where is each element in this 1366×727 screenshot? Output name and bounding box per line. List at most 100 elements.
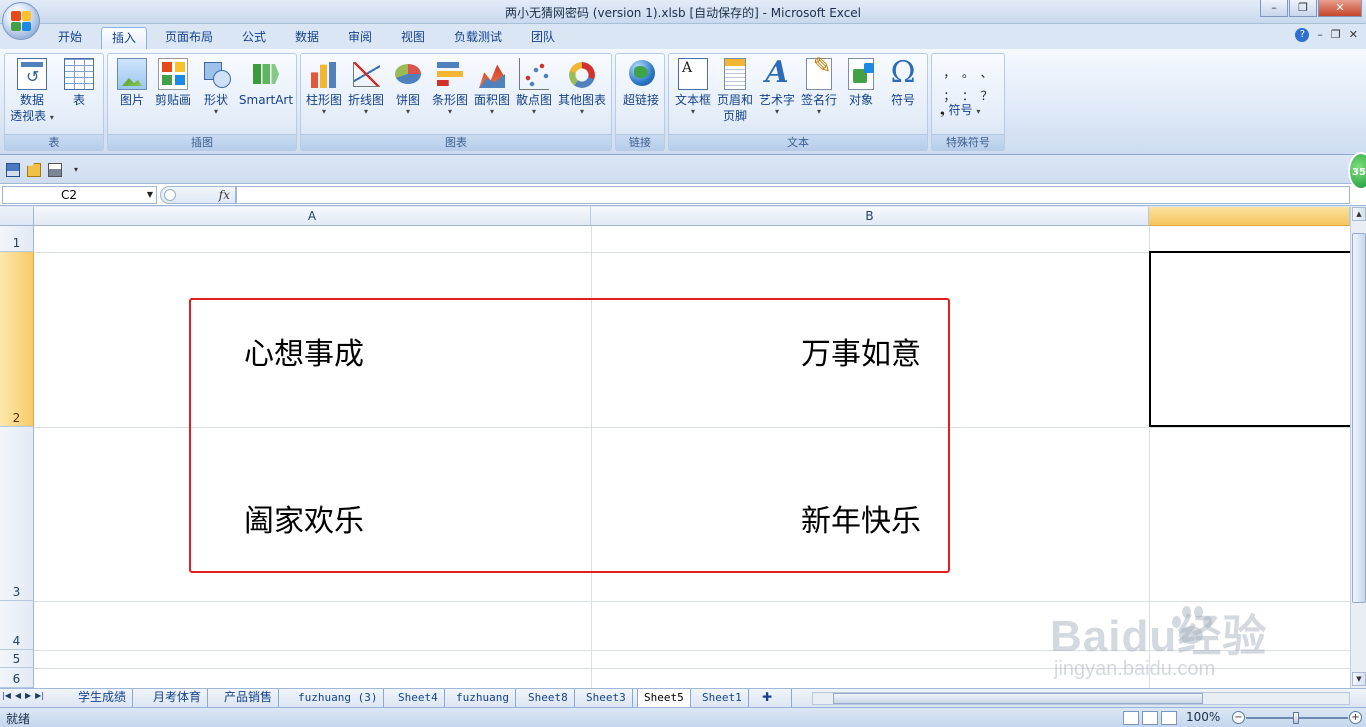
- pivot-table-label-2: 透视表 ▾: [10, 109, 54, 123]
- tab-view[interactable]: 视图: [391, 27, 435, 49]
- insert-sheet-icon[interactable]: ✚: [756, 689, 792, 707]
- formula-input[interactable]: [236, 186, 1350, 204]
- clipart-button[interactable]: 剪贴画: [152, 58, 194, 108]
- row-header-6[interactable]: 6: [0, 668, 34, 688]
- row-header-5[interactable]: 5: [0, 650, 34, 668]
- save-icon[interactable]: [6, 163, 20, 177]
- column-header-a[interactable]: A: [34, 207, 591, 226]
- ribbon-close-icon[interactable]: ✕: [1349, 28, 1358, 42]
- symbol-dropdown-button[interactable]: ❟ 符号 ▾: [940, 102, 1000, 118]
- ribbon-restore-icon[interactable]: ❐: [1331, 28, 1341, 42]
- column-chart-button[interactable]: 柱形图 ▾: [304, 58, 344, 116]
- area-chart-button[interactable]: 面积图 ▾: [472, 58, 512, 116]
- tab-review[interactable]: 审阅: [338, 27, 382, 49]
- header-footer-button[interactable]: 页眉和 页脚: [715, 58, 755, 124]
- object-button[interactable]: 对象: [841, 58, 881, 108]
- special-symbol[interactable]: ，: [940, 64, 959, 81]
- insert-function-icon[interactable]: fx: [219, 188, 230, 202]
- minimize-button[interactable]: –: [1260, 0, 1288, 17]
- picture-button[interactable]: 图片: [112, 58, 152, 108]
- ribbon: 数据 透视表 ▾ 表 表 图片 剪贴画 形状 ▾ SmartArt 插图: [0, 49, 1366, 155]
- zoom-level[interactable]: 100%: [1186, 710, 1220, 724]
- tab-data[interactable]: 数据: [285, 27, 329, 49]
- symbol-button[interactable]: Ω 符号: [883, 58, 923, 108]
- horizontal-scrollbar[interactable]: [812, 692, 1350, 705]
- next-sheet-icon[interactable]: ▶: [25, 691, 31, 700]
- scatter-chart-button[interactable]: 散点图 ▾: [514, 58, 554, 116]
- tab-formulas[interactable]: 公式: [232, 27, 276, 49]
- smartart-button[interactable]: SmartArt: [236, 58, 296, 108]
- last-sheet-icon[interactable]: ▶|: [35, 691, 44, 700]
- sheet-tab[interactable]: 学生成绩: [72, 689, 134, 707]
- name-box-dropdown-icon[interactable]: ▼: [147, 187, 153, 203]
- active-cell-c2[interactable]: [1149, 251, 1350, 427]
- prev-sheet-icon[interactable]: ◀: [15, 691, 21, 700]
- pivot-table-button[interactable]: 数据 透视表 ▾: [9, 58, 55, 124]
- shapes-button[interactable]: 形状 ▾: [196, 58, 236, 116]
- sheet-tab[interactable]: Sheet8: [522, 689, 575, 707]
- tab-load-test[interactable]: 负载测试: [444, 27, 512, 49]
- first-sheet-icon[interactable]: |◀: [2, 691, 11, 700]
- pie-chart-button[interactable]: 饼图 ▾: [388, 58, 428, 116]
- wordart-button[interactable]: A 艺术字 ▾: [757, 58, 797, 116]
- sheet-tab[interactable]: Sheet3: [580, 689, 633, 707]
- scroll-up-icon[interactable]: ▲: [1352, 207, 1366, 221]
- ribbon-minimize-icon[interactable]: –: [1317, 28, 1323, 42]
- tab-page-layout[interactable]: 页面布局: [155, 27, 223, 49]
- sheet-tab[interactable]: 产品销售: [218, 689, 280, 707]
- tab-team[interactable]: 团队: [521, 27, 565, 49]
- bar-chart-label: 条形图: [431, 93, 468, 107]
- expand-circle-icon[interactable]: [164, 189, 176, 201]
- vertical-scroll-thumb[interactable]: [1352, 233, 1366, 603]
- help-icon[interactable]: ?: [1295, 28, 1310, 42]
- print-icon[interactable]: [48, 163, 62, 177]
- other-charts-button[interactable]: 其他图表 ▾: [556, 58, 608, 116]
- group-label-links: 链接: [616, 134, 664, 150]
- page-break-view-icon[interactable]: [1161, 711, 1177, 725]
- tab-home[interactable]: 开始: [48, 27, 92, 49]
- sheet-tab[interactable]: fuzhuang (3): [292, 689, 385, 707]
- sheet-tab-active[interactable]: Sheet5: [637, 689, 691, 707]
- page-layout-view-icon[interactable]: [1142, 711, 1158, 725]
- table-button[interactable]: 表: [59, 58, 99, 108]
- line-chart-button[interactable]: 折线图 ▾: [346, 58, 386, 116]
- sheet-tab[interactable]: fuzhuang: [450, 689, 516, 707]
- area-chart-icon: [477, 58, 507, 90]
- open-folder-icon[interactable]: [27, 163, 41, 177]
- scroll-down-icon[interactable]: ▼: [1352, 672, 1366, 686]
- sheet-tab[interactable]: 月考体育: [147, 689, 209, 707]
- column-header-c[interactable]: [1149, 207, 1350, 226]
- select-all-corner[interactable]: [0, 207, 34, 226]
- zoom-slider[interactable]: − +: [1232, 711, 1362, 725]
- normal-view-icon[interactable]: [1123, 711, 1139, 725]
- name-box[interactable]: C2 ▼: [2, 186, 157, 204]
- picture-label: 图片: [119, 93, 144, 107]
- row-header-3[interactable]: 3: [0, 427, 34, 601]
- zoom-in-icon[interactable]: +: [1349, 711, 1362, 724]
- horizontal-scroll-thumb[interactable]: [833, 693, 1203, 704]
- tab-insert[interactable]: 插入: [101, 27, 148, 49]
- hyperlink-button[interactable]: 超链接: [618, 58, 664, 108]
- column-header-b[interactable]: B: [591, 207, 1149, 226]
- customize-toolbar-icon[interactable]: ▾: [74, 163, 88, 177]
- row-header-4[interactable]: 4: [0, 601, 34, 650]
- restore-button[interactable]: ❐: [1289, 0, 1317, 17]
- sheet-tab[interactable]: Sheet4: [392, 689, 445, 707]
- signature-line-button[interactable]: 签名行 ▾: [799, 58, 839, 116]
- group-label-table: 表: [5, 134, 103, 150]
- row-header-2[interactable]: 2: [0, 252, 34, 427]
- zoom-out-icon[interactable]: −: [1232, 711, 1245, 724]
- office-button[interactable]: [2, 2, 40, 40]
- special-symbol[interactable]: 、: [977, 64, 996, 81]
- bar-chart-button[interactable]: 条形图 ▾: [430, 58, 470, 116]
- object-icon: [848, 58, 874, 90]
- row-header-1[interactable]: 1: [0, 226, 34, 252]
- ribbon-tab-controls: ? – ❐ ✕: [1295, 28, 1358, 42]
- vertical-scrollbar[interactable]: ▲ ▼: [1350, 207, 1366, 688]
- close-button[interactable]: ✕: [1318, 0, 1362, 17]
- special-symbol[interactable]: 。: [959, 64, 978, 81]
- zoom-slider-knob[interactable]: [1293, 712, 1299, 724]
- sheet-tab[interactable]: Sheet1: [696, 689, 749, 707]
- textbox-button[interactable]: A 文本框 ▾: [671, 58, 715, 116]
- pivot-table-label: 数据: [19, 93, 44, 107]
